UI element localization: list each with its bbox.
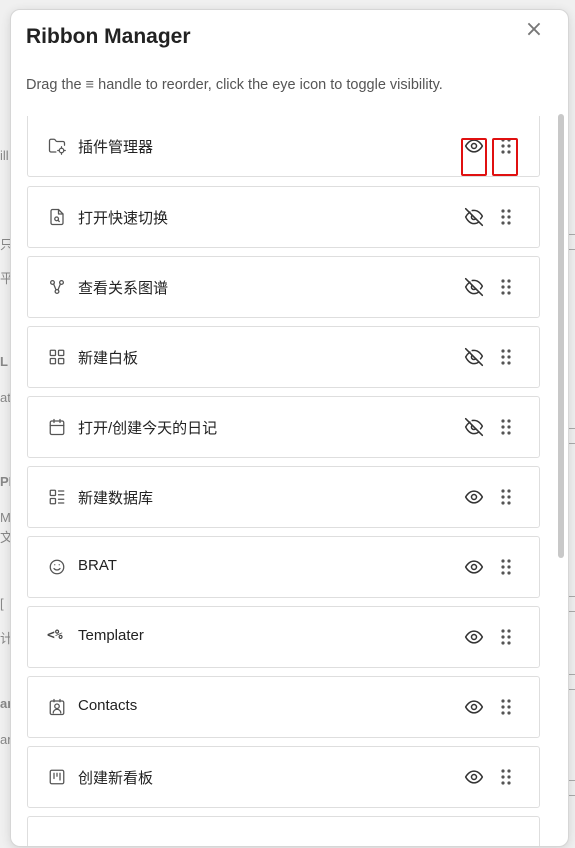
- ribbon-item: 打开/创建今天的日记: [27, 396, 540, 458]
- ribbon-item-label: 打开/创建今天的日记: [78, 420, 218, 437]
- ribbon-item: BRAT: [27, 536, 540, 598]
- ribbon-item-list: 插件管理器 打开快速切换 查看关系图谱 新建白板 打开/创建今天的日记 新建数据…: [27, 116, 540, 846]
- ribbon-manager-dialog: × Ribbon Manager Drag the ≡ handle to re…: [10, 9, 569, 847]
- ribbon-item-label: 新建数据库: [78, 490, 154, 507]
- eye-off-icon[interactable]: [464, 277, 484, 297]
- ribbon-item-label: BRAT: [78, 557, 117, 574]
- ribbon-item: 插件管理器: [27, 116, 540, 177]
- drag-handle-icon[interactable]: [499, 207, 513, 227]
- drag-handle-icon[interactable]: [499, 136, 513, 156]
- eye-icon[interactable]: [464, 136, 484, 156]
- eye-icon[interactable]: [464, 557, 484, 577]
- layout-dashboard-icon: [48, 348, 66, 366]
- drag-handle-icon[interactable]: [499, 697, 513, 717]
- drag-handle-icon[interactable]: [499, 627, 513, 647]
- drag-handle-icon[interactable]: [499, 277, 513, 297]
- list-layout-icon: [48, 488, 66, 506]
- eye-icon[interactable]: [464, 697, 484, 717]
- drag-handle-icon[interactable]: [499, 417, 513, 437]
- eye-off-icon[interactable]: [464, 417, 484, 437]
- eye-icon[interactable]: [464, 767, 484, 787]
- ribbon-item-label: 打开快速切换: [78, 210, 169, 227]
- ribbon-item: 新建数据库: [27, 466, 540, 528]
- ribbon-item-label: Templater: [78, 627, 144, 644]
- scrollbar-thumb[interactable]: [558, 114, 564, 558]
- dialog-description: Drag the ≡ handle to reorder, click the …: [26, 77, 443, 93]
- drag-handle-icon[interactable]: [499, 487, 513, 507]
- drag-handle-icon[interactable]: [499, 557, 513, 577]
- ribbon-item-label: 创建新看板: [78, 770, 154, 787]
- ribbon-item-partial: [27, 816, 540, 846]
- eye-icon[interactable]: [464, 487, 484, 507]
- drag-handle-icon[interactable]: [499, 767, 513, 787]
- git-fork-icon: [48, 278, 66, 296]
- calendar-icon: [48, 418, 66, 436]
- ribbon-item-label: 新建白板: [78, 350, 139, 367]
- ribbon-item: 创建新看板: [27, 746, 540, 808]
- ribbon-item: Contacts: [27, 676, 540, 738]
- ribbon-item: 新建白板: [27, 326, 540, 388]
- eye-off-icon[interactable]: [464, 207, 484, 227]
- close-button[interactable]: ×: [524, 19, 544, 41]
- ribbon-item-label: 查看关系图谱: [78, 280, 169, 297]
- folder-cog-icon: [48, 137, 66, 155]
- contact-icon: [48, 698, 66, 716]
- ribbon-item-label: 插件管理器: [78, 139, 154, 156]
- ribbon-item: <% Templater: [27, 606, 540, 668]
- ribbon-item: 打开快速切换: [27, 186, 540, 248]
- ribbon-item: 查看关系图谱: [27, 256, 540, 318]
- drag-handle-icon[interactable]: [499, 347, 513, 367]
- templater-icon: <%: [47, 628, 63, 643]
- kanban-icon: [48, 768, 66, 786]
- ribbon-item-label: Contacts: [78, 697, 138, 714]
- file-search-icon: [48, 208, 66, 226]
- smile-icon: [48, 558, 66, 576]
- eye-off-icon[interactable]: [464, 347, 484, 367]
- eye-icon[interactable]: [464, 627, 484, 647]
- dialog-title: Ribbon Manager: [26, 25, 191, 48]
- scrollbar[interactable]: [558, 114, 564, 834]
